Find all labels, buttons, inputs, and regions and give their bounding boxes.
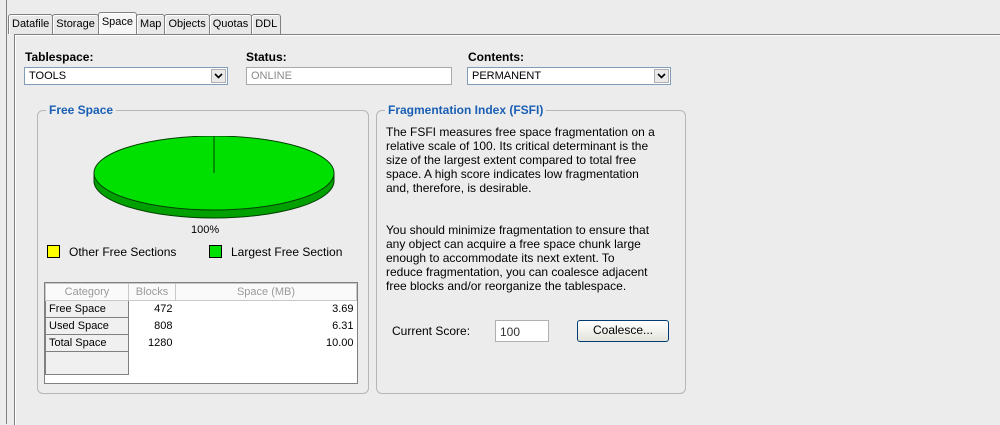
- row-space: 6.31: [332, 320, 354, 332]
- status-label: Status:: [246, 50, 287, 64]
- fsfi-title: Fragmentation Index (FSFI): [385, 103, 547, 117]
- legend-swatch-largest: [209, 245, 222, 258]
- tab-bar: Datafile Storage Space Map Objects Quota…: [8, 12, 282, 34]
- free-space-title: Free Space: [46, 103, 117, 117]
- tablespace-value: TOOLS: [29, 70, 67, 82]
- tab-objects[interactable]: Objects: [164, 14, 210, 34]
- tablespace-label: Tablespace:: [25, 50, 94, 64]
- legend-label-largest: Largest Free Section: [231, 245, 343, 259]
- pie-percent-label: 100%: [191, 224, 220, 236]
- column-header-blocks[interactable]: Blocks: [128, 283, 176, 301]
- chevron-down-icon[interactable]: [211, 69, 226, 83]
- fsfi-description-2: You should minimize fragmentation to ens…: [386, 223, 650, 293]
- row-category: Total Space: [45, 334, 129, 352]
- legend-label-other: Other Free Sections: [69, 245, 177, 259]
- tab-ddl[interactable]: DDL: [251, 14, 282, 34]
- tablespace-select[interactable]: TOOLS: [24, 67, 228, 85]
- chevron-down-icon[interactable]: [654, 69, 669, 83]
- current-score-field: 100: [495, 320, 549, 342]
- tab-datafile[interactable]: Datafile: [8, 14, 54, 34]
- tab-quotas[interactable]: Quotas: [208, 14, 253, 34]
- contents-label: Contents:: [468, 50, 524, 64]
- contents-value: PERMANENT: [472, 70, 542, 82]
- tab-space[interactable]: Space: [97, 12, 138, 34]
- coalesce-button[interactable]: Coalesce...: [577, 320, 669, 342]
- tab-map[interactable]: Map: [136, 14, 166, 34]
- status-field[interactable]: ONLINE: [246, 67, 452, 85]
- row-blocks: 808: [154, 320, 173, 332]
- table-row[interactable]: Total Space 1280 10.00: [45, 334, 357, 352]
- tab-storage[interactable]: Storage: [52, 14, 99, 34]
- row-blocks: 1280: [148, 337, 173, 349]
- table-row[interactable]: Used Space 808 6.31: [45, 317, 357, 335]
- status-value: ONLINE: [251, 70, 292, 82]
- table-row-empty: [45, 351, 357, 375]
- column-header-category[interactable]: Category: [45, 283, 129, 301]
- fsfi-description-1: The FSFI measures free space fragmentati…: [386, 125, 655, 195]
- table-header-row: Category Blocks Space (MB): [45, 283, 357, 301]
- row-space: 3.69: [332, 303, 354, 316]
- row-blocks: 472: [154, 303, 173, 316]
- row-space: 10.00: [325, 337, 354, 349]
- contents-select[interactable]: PERMANENT: [467, 67, 671, 85]
- current-score-value: 100: [500, 325, 521, 339]
- space-table: Category Blocks Space (MB) Free Space 47…: [45, 283, 357, 375]
- free-space-pie-chart: [93, 136, 335, 219]
- table-row[interactable]: Free Space 472 3.69: [45, 300, 357, 318]
- column-header-space[interactable]: Space (MB): [175, 283, 357, 301]
- row-category: Free Space: [45, 300, 129, 318]
- current-score-label: Current Score:: [392, 324, 471, 338]
- row-category: Used Space: [45, 317, 129, 335]
- legend-swatch-other: [47, 245, 60, 258]
